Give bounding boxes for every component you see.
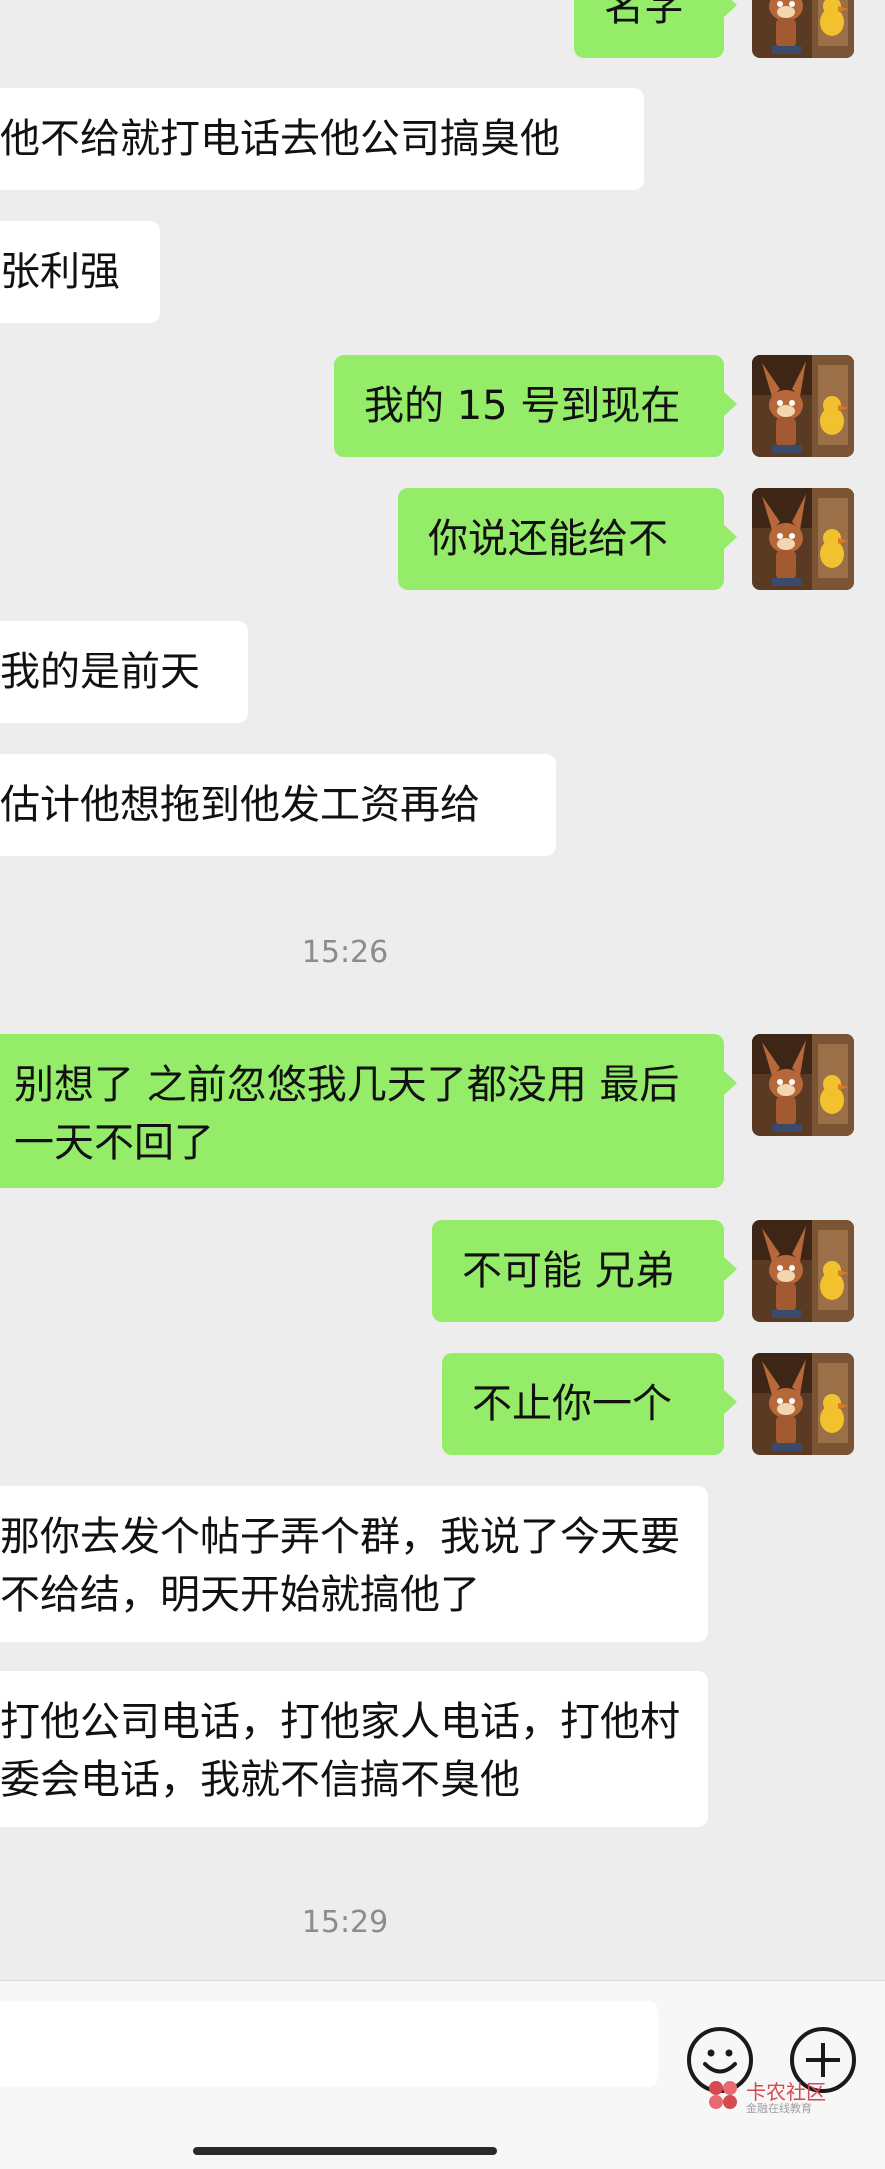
avatar[interactable] <box>752 355 854 457</box>
cartoon-avatar-icon <box>752 488 854 590</box>
avatar[interactable] <box>752 1220 854 1322</box>
message-bubble-incoming[interactable]: 打他公司电话，打他家人电话，打他村委会电话，我就不信搞不臭他 <box>0 1671 708 1827</box>
message-bubble-outgoing[interactable]: 不止你一个 <box>442 1353 737 1455</box>
message-text: 你说还能给不 <box>428 516 668 562</box>
message-text: 我的是前天 <box>0 649 200 695</box>
cartoon-avatar-icon <box>752 0 854 58</box>
message-bubble-incoming[interactable]: 那你去发个帖子弄个群，我说了今天要不给结，明天开始就搞他了 <box>0 1486 708 1642</box>
message-bubble-outgoing[interactable]: 名字 <box>574 0 737 58</box>
watermark: 卡农社区 金融在线教育 <box>706 2076 831 2116</box>
cartoon-avatar-icon <box>752 1220 854 1322</box>
timestamp: 15:29 <box>301 1905 389 1940</box>
message-bubble-incoming[interactable]: 我的是前天 <box>0 621 248 723</box>
message-bubble-incoming[interactable]: 估计他想拖到他发工资再给 <box>0 754 556 856</box>
message-text: 打他公司电话，打他家人电话，打他村委会电话，我就不信搞不臭他 <box>0 1699 680 1803</box>
message-bubble-outgoing[interactable]: 你说还能给不 <box>398 488 737 590</box>
message-bubble-outgoing[interactable]: 别想了 之前忽悠我几天了都没用 最后一天不回了 <box>0 1034 737 1188</box>
avatar[interactable] <box>752 488 854 590</box>
message-text: 我的 15 号到现在 <box>364 383 681 429</box>
message-text: 他不给就打电话去他公司搞臭他 <box>0 116 560 162</box>
avatar[interactable] <box>752 1353 854 1455</box>
cartoon-avatar-icon <box>752 1353 854 1455</box>
message-text: 别想了 之前忽悠我几天了都没用 最后一天不回了 <box>14 1062 680 1166</box>
avatar[interactable] <box>752 1034 854 1136</box>
message-text: 名字 <box>604 0 684 30</box>
avatar[interactable] <box>752 0 854 58</box>
message-text: 那你去发个帖子弄个群，我说了今天要不给结，明天开始就搞他了 <box>0 1514 680 1618</box>
watermark-subtitle: 金融在线教育 <box>746 2102 812 2115</box>
home-indicator[interactable] <box>193 2147 497 2155</box>
message-text: 不可能 兄弟 <box>462 1248 675 1294</box>
message-text: 估计他想拖到他发工资再给 <box>0 782 480 828</box>
chat-area[interactable]: 名字 他不给就打电话去他公司搞臭他 张利强 我的 15 号到现在 你说还能给不 … <box>0 0 885 1980</box>
message-text: 张利强 <box>0 249 120 295</box>
message-bubble-incoming[interactable]: 他不给就打电话去他公司搞臭他 <box>0 88 644 190</box>
timestamp: 15:26 <box>301 935 389 970</box>
message-bubble-incoming[interactable]: 张利强 <box>0 221 160 323</box>
input-bar <box>0 1980 885 2169</box>
cartoon-avatar-icon <box>752 1034 854 1136</box>
cartoon-avatar-icon <box>752 355 854 457</box>
message-bubble-outgoing[interactable]: 我的 15 号到现在 <box>334 355 737 457</box>
message-bubble-outgoing[interactable]: 不可能 兄弟 <box>432 1220 737 1322</box>
message-text: 不止你一个 <box>472 1381 672 1427</box>
watermark-logo-icon <box>709 2081 737 2109</box>
message-input[interactable] <box>0 2001 658 2087</box>
